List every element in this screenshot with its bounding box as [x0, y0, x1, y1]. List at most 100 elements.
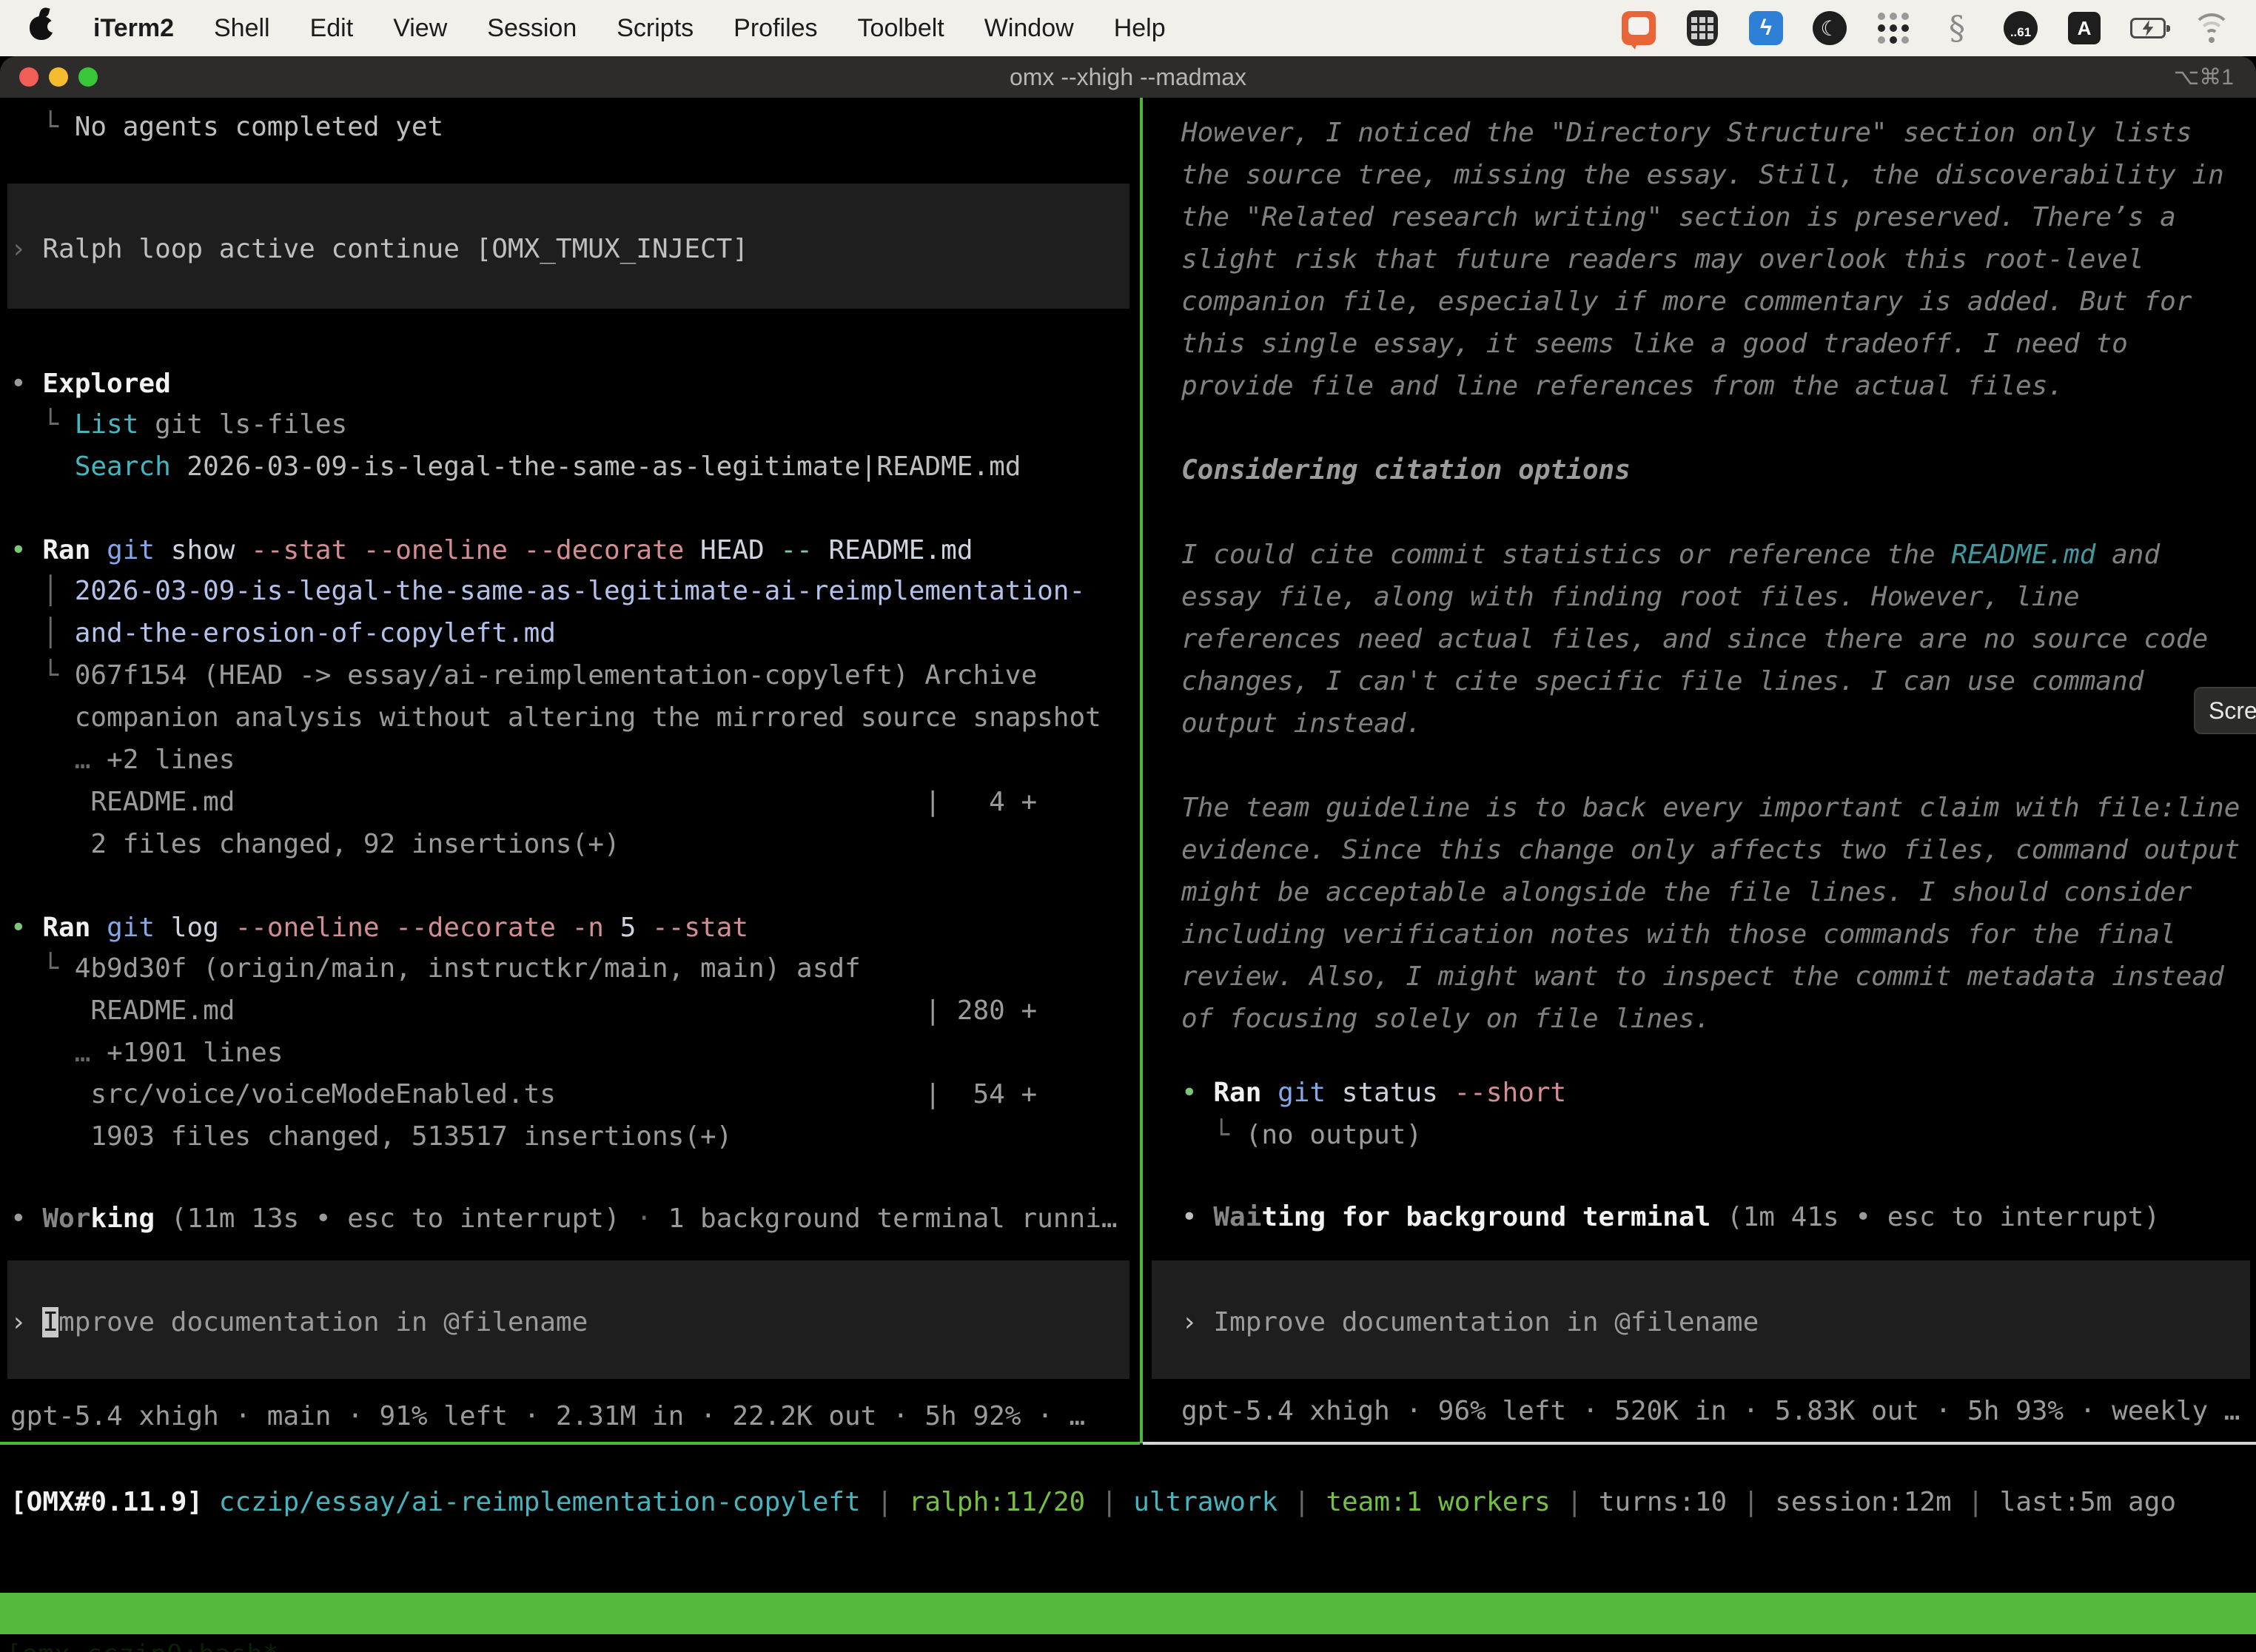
apple-logo-icon[interactable]: [30, 16, 53, 40]
ralph-loop-input-box[interactable]: [7, 184, 1129, 309]
omx-status-area: [OMX#0.11.9] cczip/essay/ai-reimplementa…: [0, 98, 2256, 1652]
text-segment: 1 background terminal runni…: [668, 1203, 1118, 1234]
text-segment: └: [10, 112, 75, 142]
menu-item-session[interactable]: Session: [487, 14, 577, 43]
text-segment: the "Related research writing" section i…: [1181, 202, 2176, 232]
terminal-line: I could cite commit statistics or refere…: [1181, 534, 2160, 576]
keyboard-layout-icon: A: [2068, 12, 2101, 44]
text-segment: Ran: [1213, 1078, 1261, 1108]
chat-status-icon[interactable]: [1621, 10, 1656, 46]
text-segment: | 280 +: [924, 995, 1037, 1026]
menu-item-toolbelt[interactable]: Toolbelt: [858, 14, 944, 43]
text-segment: └: [10, 953, 75, 984]
text-segment: the source tree, missing the essay. Stil…: [1181, 160, 2224, 190]
terminal-line: evidence. Since this change only affects…: [1181, 829, 2240, 871]
terminal-line: └ No agents completed yet: [10, 106, 443, 148]
text-segment: HEAD: [684, 535, 780, 565]
text-segment: (1m 41s • esc to interrupt): [1727, 1202, 2160, 1232]
terminal-line: the "Related research writing" section i…: [1181, 196, 2176, 238]
text-segment: List: [75, 409, 139, 440]
text-segment: ralph:11/20: [909, 1487, 1085, 1517]
terminal-line: this single essay, it seems like a good …: [1181, 323, 2128, 365]
text-segment: 2026-03-09-is-legal-the-same-as-legitima…: [171, 451, 1021, 482]
menu-items: iTerm2 Shell Edit View Session Scripts Profil…: [0, 14, 1166, 43]
text-segment: [1261, 1078, 1278, 1108]
text-segment: 1903 files changed, 513517 insertions(+): [10, 1121, 732, 1152]
text-segment: [1711, 1202, 1727, 1232]
text-segment: 2026-03-09-is-legal-the-same-as-legitima…: [75, 576, 1085, 606]
keyboard-layout-status-icon[interactable]: A: [2067, 10, 2102, 46]
omx-status-line: [OMX#0.11.9] cczip/essay/ai-reimplementa…: [10, 1481, 2176, 1523]
terminal-line: the source tree, missing the essay. Stil…: [1181, 154, 2224, 196]
terminal-line: • Waiting for background terminal (1m 41…: [1181, 1196, 2160, 1238]
lightning-status-icon[interactable]: ϟ: [1748, 10, 1784, 46]
dots-grid-status-icon[interactable]: [1876, 10, 1911, 46]
text-segment: └: [10, 660, 75, 691]
text-segment: might be acceptable alongside the file l…: [1181, 877, 2192, 907]
right-pane: However, I noticed the "Directory Struct…: [0, 98, 2256, 1652]
right-prompt-input-box[interactable]: [1152, 1260, 2250, 1379]
terminal-line: src/voice/voiceModeEnabled.ts | 54 +: [10, 1073, 1037, 1115]
terminal-line: • Ran git log --oneline --decorate -n 5 …: [10, 907, 748, 949]
text-segment: Wai: [1213, 1202, 1261, 1232]
left-prompt-input-box[interactable]: [7, 1260, 1129, 1379]
terminal-line: output instead.: [1181, 702, 1422, 745]
text-segment: essay file, along with finding root file…: [1181, 582, 2080, 612]
text-segment: Considering citation options: [1181, 455, 1631, 486]
menu-item-window[interactable]: Window: [984, 14, 1074, 43]
terminal-line: references need actual files, and since …: [1181, 618, 2208, 660]
menu-item-profiles[interactable]: Profiles: [733, 14, 817, 43]
section-icon: §: [1949, 10, 1965, 47]
menu-item-edit[interactable]: Edit: [310, 14, 354, 43]
text-segment: turns:10: [1599, 1487, 1727, 1517]
text-segment: Ran: [42, 535, 90, 565]
wifi-status-icon[interactable]: [2194, 10, 2229, 46]
text-segment: •: [10, 913, 42, 943]
terminal-line: The team guideline is to back every impo…: [1181, 787, 2240, 829]
menu-item-view[interactable]: View: [393, 14, 447, 43]
tmux-session-label[interactable]: [omx-cczip0:bash*: [6, 1634, 278, 1652]
dots-grid-icon: [1878, 13, 1909, 44]
text-segment: •: [10, 369, 42, 399]
terminal-line: └ (no output): [1181, 1114, 1422, 1156]
pane-divider[interactable]: [1140, 98, 1143, 1443]
text-segment: (no output): [1246, 1120, 1422, 1150]
menu-item-app[interactable]: iTerm2: [93, 14, 174, 43]
terminal-line: companion file, especially if more comme…: [1181, 281, 2192, 323]
text-segment: |: [1278, 1487, 1326, 1517]
wifi-icon: [2194, 13, 2229, 43]
text-segment: and-the-erosion-of-copyleft.md: [75, 618, 556, 648]
menu-item-shell[interactable]: Shell: [214, 14, 270, 43]
text-segment: log: [155, 913, 235, 943]
battery-icon: [2130, 18, 2166, 38]
terminal-line: • Working (11m 13s • esc to interrupt) ·…: [10, 1198, 1118, 1240]
text-segment: [90, 913, 107, 943]
text-segment: |: [1727, 1487, 1775, 1517]
text-segment: •: [1181, 1202, 1213, 1232]
terminal-line: might be acceptable alongside the file l…: [1181, 871, 2192, 913]
text-segment: and: [2095, 540, 2160, 570]
text-segment: No agents completed yet: [75, 112, 444, 142]
lightning-icon: ϟ: [1749, 11, 1783, 45]
screen-tooltip[interactable]: Scre: [2194, 687, 2256, 734]
window-title: omx --xhigh --madmax: [0, 64, 2256, 91]
terminal-line: … +2 lines: [10, 739, 235, 781]
menu-item-help[interactable]: Help: [1114, 14, 1166, 43]
text-segment: src/voice/voiceModeEnabled.ts: [10, 1079, 924, 1109]
terminal-line: 1903 files changed, 513517 insertions(+): [10, 1115, 732, 1158]
text-segment: gpt-5.4 xhigh · main · 91% left · 2.31M …: [10, 1401, 1085, 1431]
text-segment: •: [1181, 1078, 1213, 1108]
text-segment: [155, 1203, 171, 1234]
grid-shield-status-icon[interactable]: [1685, 10, 1720, 46]
section-status-icon[interactable]: §: [1939, 10, 1975, 46]
text-segment: README.md: [10, 787, 924, 817]
battery-percent-status-icon[interactable]: ..61: [2003, 10, 2038, 46]
text-segment: git: [1278, 1078, 1326, 1108]
text-segment: Search: [75, 451, 171, 482]
text-segment: +2 lines: [107, 745, 235, 775]
text-segment: +1901 lines: [107, 1038, 283, 1068]
menu-item-scripts[interactable]: Scripts: [617, 14, 694, 43]
terminal-line: However, I noticed the "Directory Struct…: [1181, 112, 2192, 154]
moon-status-icon[interactable]: ☾: [1812, 10, 1847, 46]
battery-status-icon[interactable]: [2130, 10, 2166, 46]
